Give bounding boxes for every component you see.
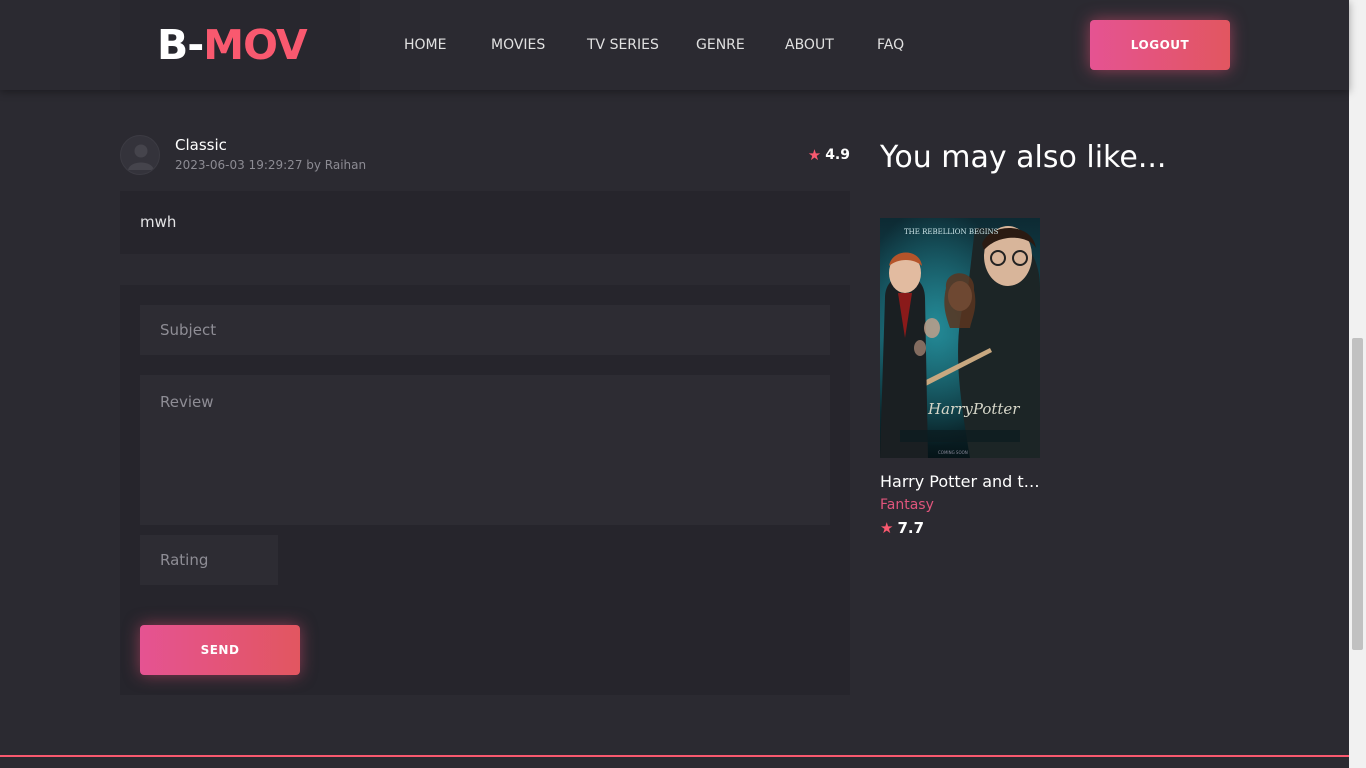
- review-rating: ★ 4.9: [808, 146, 850, 164]
- svg-text:COMING SOON: COMING SOON: [938, 450, 968, 455]
- logout-button[interactable]: LOGOUT: [1090, 20, 1230, 70]
- review-body: mwh: [120, 191, 850, 254]
- review-rating-value: 4.9: [825, 147, 850, 163]
- site-header: B-MOV HOME MOVIES TV SERIES GENRE ABOUT …: [0, 0, 1349, 90]
- review-meta: 2023-06-03 19:29:27 by Raihan: [175, 158, 367, 172]
- subject-input[interactable]: Subject: [140, 305, 830, 355]
- nav-about[interactable]: ABOUT: [785, 36, 834, 54]
- scrollbar-thumb[interactable]: [1352, 338, 1363, 650]
- star-icon: ★: [880, 519, 894, 537]
- svg-text:THE REBELLION BEGINS: THE REBELLION BEGINS: [904, 228, 999, 236]
- movie-rating-value: 7.7: [897, 519, 925, 537]
- review-form: Subject Review Rating SEND: [120, 285, 850, 695]
- star-icon: ★: [807, 146, 822, 164]
- review-title: Classic: [175, 136, 227, 154]
- user-avatar-icon: [120, 135, 160, 175]
- site-footer: [0, 757, 1349, 768]
- svg-text:HarryPotter: HarryPotter: [927, 400, 1020, 418]
- movie-card[interactable]: THE REBELLION BEGINS HarryPotter COMING …: [880, 218, 1040, 537]
- movie-poster[interactable]: THE REBELLION BEGINS HarryPotter COMING …: [880, 218, 1040, 458]
- movie-rating: ★ 7.7: [880, 519, 1040, 537]
- rating-input[interactable]: Rating: [140, 535, 278, 585]
- nav-genre[interactable]: GENRE: [696, 36, 745, 54]
- site-logo[interactable]: B-MOV: [157, 20, 308, 70]
- movie-genre: Fantasy: [880, 497, 934, 513]
- review-textarea[interactable]: Review: [140, 375, 830, 525]
- related-title: You may also like...: [880, 140, 1167, 175]
- movie-title[interactable]: Harry Potter and the Order of the Phoeni…: [880, 472, 1040, 491]
- logo-text-accent: MOV: [203, 21, 307, 69]
- nav-tv-series[interactable]: TV SERIES: [587, 36, 659, 54]
- logo-text-primary: B-: [157, 21, 204, 69]
- nav-home[interactable]: HOME: [404, 36, 446, 54]
- send-button[interactable]: SEND: [140, 625, 300, 675]
- nav-movies[interactable]: MOVIES: [491, 36, 545, 54]
- nav-faq[interactable]: FAQ: [877, 36, 904, 54]
